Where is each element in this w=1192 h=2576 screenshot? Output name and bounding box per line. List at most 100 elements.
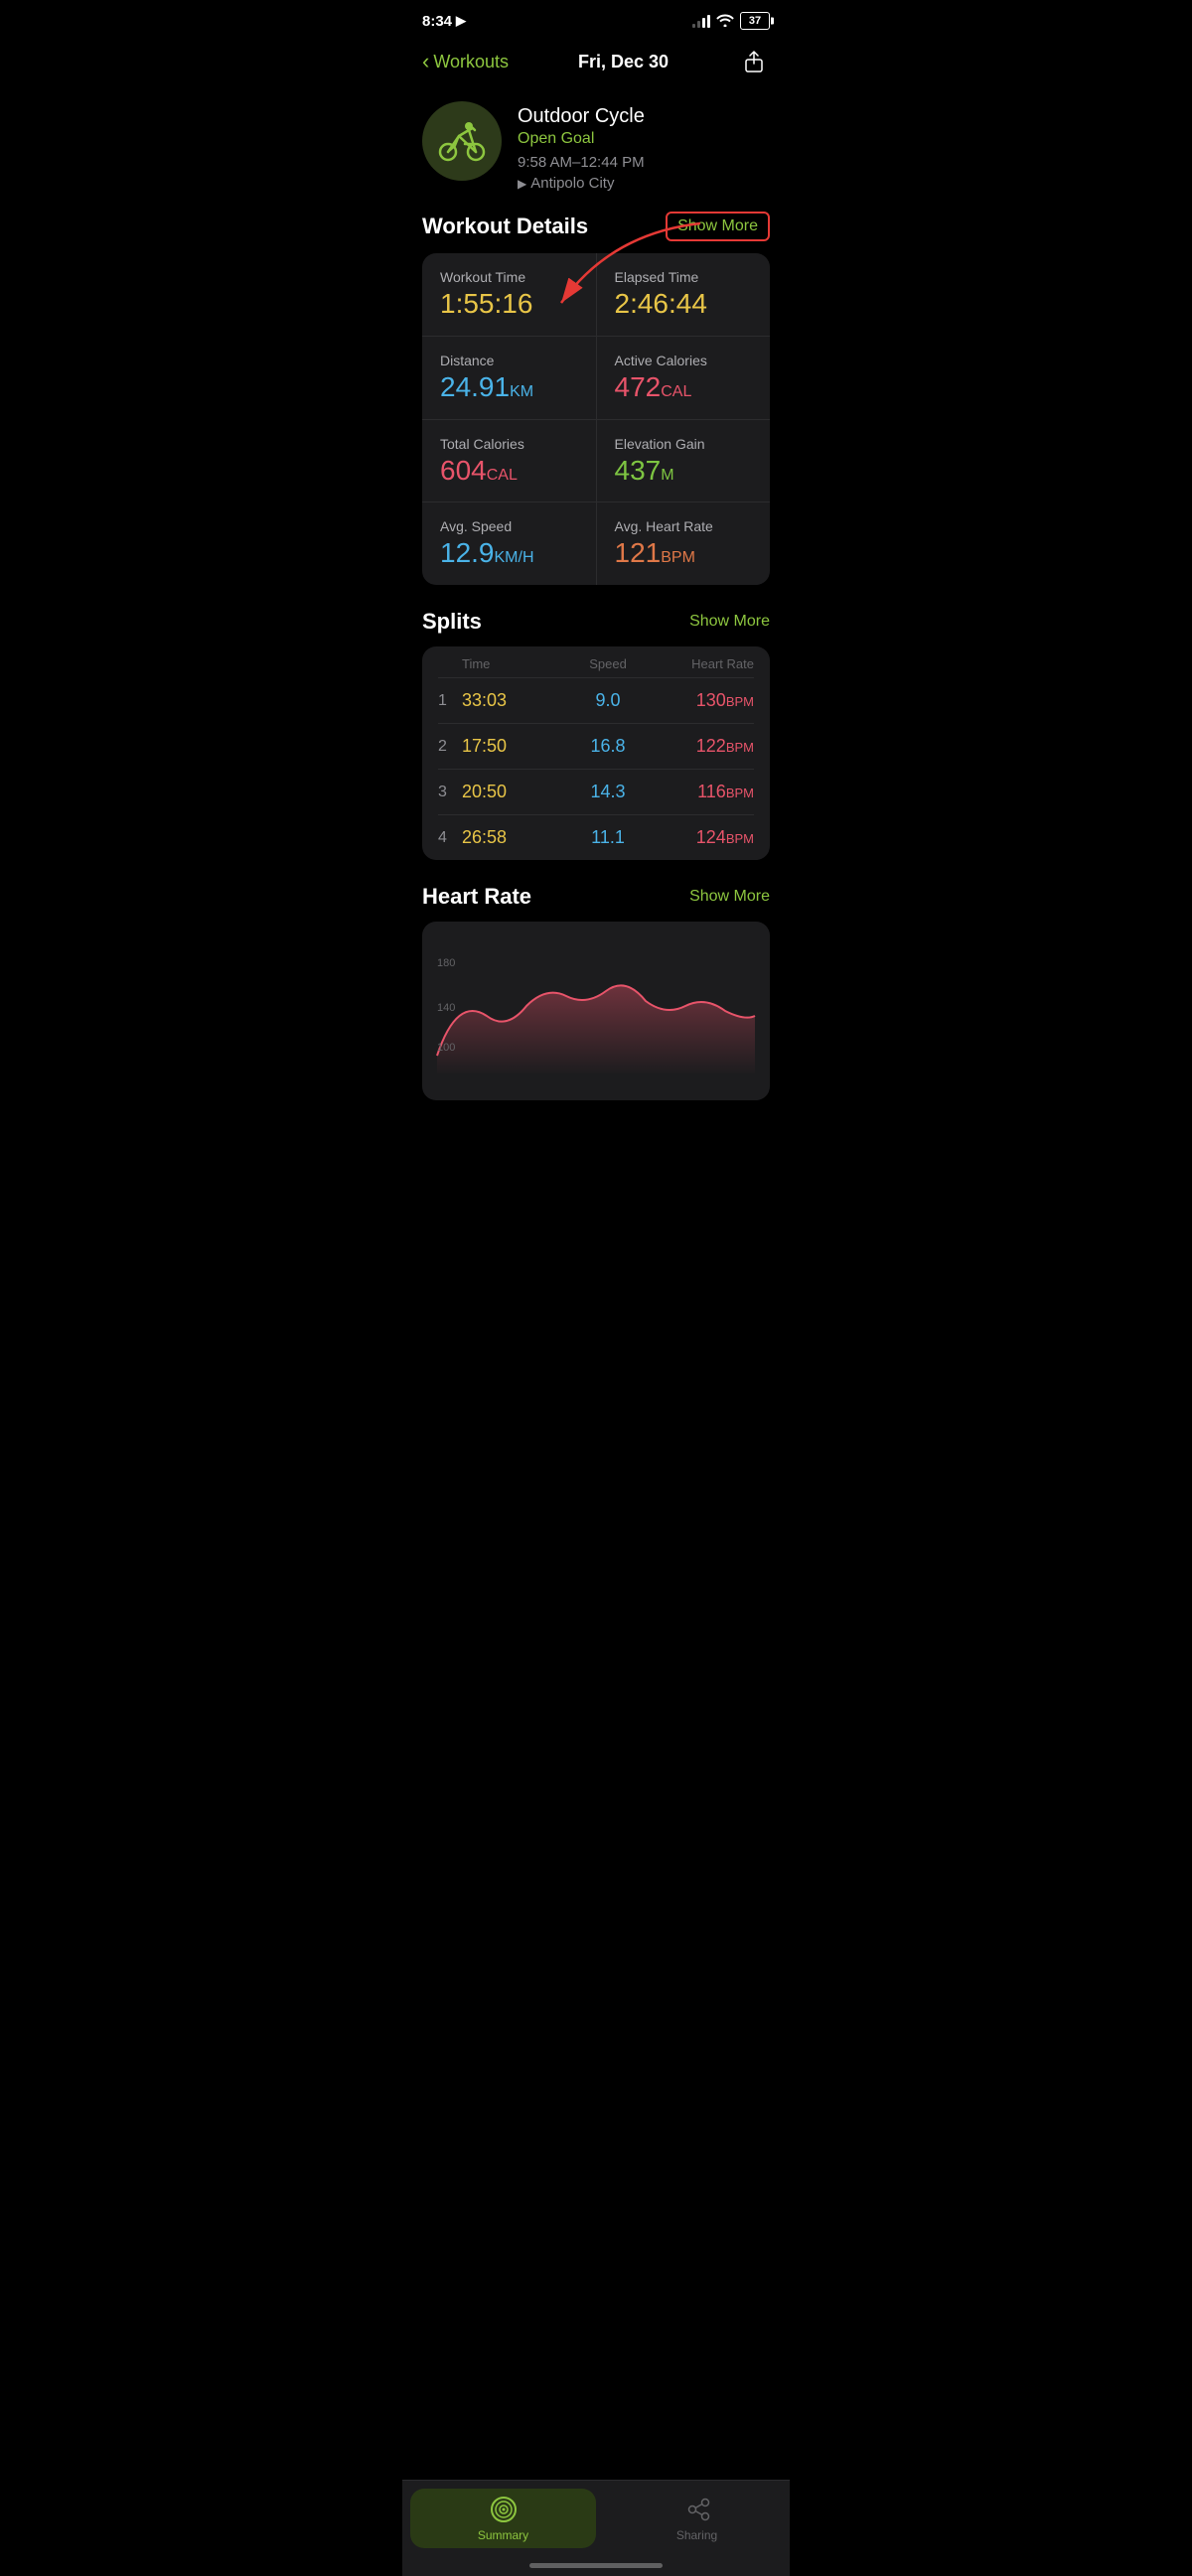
splits-row-1: 1 33:03 9.0 130BPM <box>438 678 754 724</box>
status-time: 8:34 ▶ <box>422 13 466 30</box>
stat-avg-speed: Avg. Speed 12.9KM/H <box>422 502 597 585</box>
split-1-speed: 9.0 <box>559 690 657 711</box>
split-1-hr: 130BPM <box>657 690 754 711</box>
workout-details-section: Workout Details Show More Workout Time 1… <box>402 212 790 609</box>
back-button[interactable]: ‹ Workouts <box>422 51 509 72</box>
wifi-icon <box>716 13 734 30</box>
heart-rate-chart-svg: 180 140 100 <box>427 936 765 1085</box>
svg-text:140: 140 <box>437 1002 455 1014</box>
time-display: 8:34 <box>422 13 452 30</box>
stat-label-elapsed-time: Elapsed Time <box>615 269 753 285</box>
splits-show-more[interactable]: Show More <box>689 613 770 631</box>
stat-label-avg-speed: Avg. Speed <box>440 518 578 534</box>
tab-bar: Summary Sharing <box>402 2480 790 2576</box>
stat-elapsed-time: Elapsed Time 2:46:44 <box>597 253 771 336</box>
stat-total-calories: Total Calories 604CAL <box>422 420 597 502</box>
heart-rate-section: Heart Rate Show More 180 140 100 <box>402 884 790 1219</box>
splits-header: Splits Show More <box>422 609 770 635</box>
workout-location: ▶ Antipolo City <box>518 175 770 192</box>
stats-row-4: Avg. Speed 12.9KM/H Avg. Heart Rate 121B… <box>422 502 770 585</box>
stat-value-elevation-gain: 437M <box>615 456 753 487</box>
splits-col-speed-header: Speed <box>559 656 657 671</box>
signal-strength-icon <box>692 14 710 28</box>
stat-label-active-calories: Active Calories <box>615 353 753 368</box>
workout-info: Outdoor Cycle Open Goal 9:58 AM–12:44 PM… <box>518 101 770 192</box>
split-1-num: 1 <box>438 692 462 710</box>
summary-tab-icon <box>489 2495 519 2524</box>
workout-details-title: Workout Details <box>422 214 588 239</box>
workout-goal: Open Goal <box>518 130 770 148</box>
battery-icon: 37 <box>740 12 770 30</box>
split-3-time: 20:50 <box>462 782 559 802</box>
location-arrow-icon: ▶ <box>456 13 466 29</box>
split-3-speed: 14.3 <box>559 782 657 802</box>
split-3-num: 3 <box>438 784 462 801</box>
back-label: Workouts <box>433 52 509 72</box>
stat-avg-heart-rate: Avg. Heart Rate 121BPM <box>597 502 771 585</box>
nav-title: Fri, Dec 30 <box>578 52 669 72</box>
tab-summary[interactable]: Summary <box>410 2489 596 2548</box>
splits-header-row: Time Speed Heart Rate <box>438 646 754 678</box>
stat-label-distance: Distance <box>440 353 578 368</box>
split-2-time: 17:50 <box>462 736 559 757</box>
location-icon: ▶ <box>518 177 526 191</box>
stats-row-3: Total Calories 604CAL Elevation Gain 437… <box>422 420 770 503</box>
splits-row-2: 2 17:50 16.8 122BPM <box>438 724 754 770</box>
stat-elevation-gain: Elevation Gain 437M <box>597 420 771 502</box>
status-bar: 8:34 ▶ 37 <box>402 0 790 38</box>
workout-header: Outdoor Cycle Open Goal 9:58 AM–12:44 PM… <box>402 93 790 212</box>
stat-distance: Distance 24.91KM <box>422 337 597 419</box>
stat-label-workout-time: Workout Time <box>440 269 578 285</box>
svg-text:180: 180 <box>437 957 455 969</box>
stat-value-workout-time: 1:55:16 <box>440 289 578 320</box>
splits-section: Splits Show More Time Speed Heart Rate 1… <box>402 609 790 884</box>
tab-summary-label: Summary <box>478 2528 528 2542</box>
page-wrapper: 8:34 ▶ 37 ‹ Wor <box>402 0 790 1219</box>
back-chevron-icon: ‹ <box>422 51 429 72</box>
split-4-hr: 124BPM <box>657 827 754 848</box>
splits-col-hr-header: Heart Rate <box>657 656 754 671</box>
splits-row-4: 4 26:58 11.1 124BPM <box>438 815 754 860</box>
svg-text:100: 100 <box>437 1042 455 1054</box>
split-4-time: 26:58 <box>462 827 559 848</box>
splits-card: Time Speed Heart Rate 1 33:03 9.0 130BPM… <box>422 646 770 860</box>
heart-rate-show-more[interactable]: Show More <box>689 888 770 906</box>
stat-active-calories: Active Calories 472CAL <box>597 337 771 419</box>
workout-icon-circle <box>422 101 502 181</box>
workout-stats-card: Workout Time 1:55:16 Elapsed Time 2:46:4… <box>422 253 770 585</box>
splits-title: Splits <box>422 609 482 635</box>
split-1-time: 33:03 <box>462 690 559 711</box>
stat-label-total-calories: Total Calories <box>440 436 578 452</box>
workout-type: Outdoor Cycle <box>518 105 770 128</box>
heart-rate-header: Heart Rate Show More <box>422 884 770 910</box>
stat-workout-time: Workout Time 1:55:16 <box>422 253 597 336</box>
stat-label-avg-heart-rate: Avg. Heart Rate <box>615 518 753 534</box>
tab-sharing[interactable]: Sharing <box>604 2489 790 2548</box>
status-right: 37 <box>692 12 770 30</box>
stat-value-distance: 24.91KM <box>440 372 578 403</box>
sharing-tab-icon <box>682 2495 712 2524</box>
stat-value-avg-speed: 12.9KM/H <box>440 538 578 569</box>
workout-details-header: Workout Details Show More <box>422 212 770 241</box>
stats-row-2: Distance 24.91KM Active Calories 472CAL <box>422 337 770 420</box>
split-4-speed: 11.1 <box>559 827 657 848</box>
home-indicator <box>529 2563 663 2568</box>
workout-details-show-more[interactable]: Show More <box>666 212 770 241</box>
splits-col-time-header: Time <box>462 656 559 671</box>
stats-row-1: Workout Time 1:55:16 Elapsed Time 2:46:4… <box>422 253 770 337</box>
split-4-num: 4 <box>438 829 462 847</box>
stat-value-avg-heart-rate: 121BPM <box>615 538 753 569</box>
splits-row-3: 3 20:50 14.3 116BPM <box>438 770 754 815</box>
stat-label-elevation-gain: Elevation Gain <box>615 436 753 452</box>
split-2-num: 2 <box>438 738 462 756</box>
stat-value-active-calories: 472CAL <box>615 372 753 403</box>
heart-rate-chart: 180 140 100 <box>422 922 770 1100</box>
stat-value-elapsed-time: 2:46:44 <box>615 289 753 320</box>
split-2-hr: 122BPM <box>657 736 754 757</box>
share-button[interactable] <box>738 46 770 77</box>
stat-value-total-calories: 604CAL <box>440 456 578 487</box>
heart-rate-title: Heart Rate <box>422 884 531 910</box>
splits-col-num-header <box>438 656 462 671</box>
tab-sharing-label: Sharing <box>676 2528 717 2542</box>
split-2-speed: 16.8 <box>559 736 657 757</box>
